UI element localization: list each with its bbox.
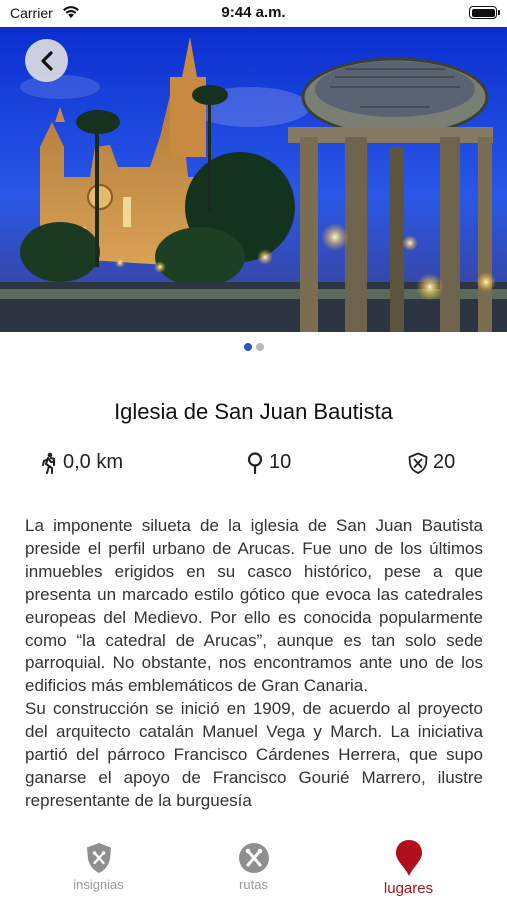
distance-value: 0,0 km [63,451,124,473]
hiker-icon [42,452,56,474]
tab-label: lugares [383,880,434,897]
points-stat: 10 [245,451,291,474]
tab-lugares[interactable]: lugares [324,840,493,897]
tab-label: insignias [73,877,124,892]
church-photo [0,27,507,332]
tab-bar: insignias rutas lugares [0,828,507,900]
map-pin-icon [395,840,422,876]
back-button[interactable] [25,39,68,82]
tab-rutas[interactable]: rutas [169,842,338,892]
status-bar: Carrier 9:44 a.m. [0,0,507,27]
battery-icon [469,6,500,19]
carousel-indicator[interactable] [0,338,507,356]
distance-stat: 0,0 km [39,451,123,474]
badges-stat: 20 [407,451,455,474]
place-photo[interactable] [0,27,507,332]
place-description: La imponente silueta de la iglesia de Sa… [25,515,483,833]
description-paragraph: La imponente silueta de la iglesia de Sa… [25,516,483,696]
page-title: Iglesia de San Juan Bautista [114,399,393,424]
chevron-left-icon [40,50,53,71]
crossed-tools-icon [238,843,269,873]
points-value: 10 [269,451,292,473]
tab-insignias[interactable]: insignias [14,842,183,892]
shield-icon [408,452,428,474]
description-paragraph: Su construcción se inició en 1909, de ac… [25,699,483,810]
map-pin-outline-icon [247,451,263,474]
badges-value: 20 [433,451,456,473]
place-stats: 0,0 km 10 20 [0,451,507,481]
clock: 9:44 a.m. [221,4,286,21]
shield-icon [86,843,111,873]
carousel-dot[interactable] [255,343,264,351]
carousel-dot-active[interactable] [243,343,252,351]
tab-label: rutas [239,877,268,892]
